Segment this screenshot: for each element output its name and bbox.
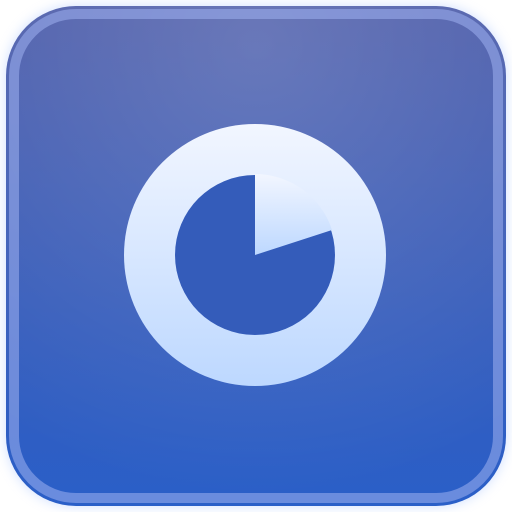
app-icon-tile[interactable] <box>0 0 512 512</box>
pie-timer-icon <box>124 124 386 386</box>
app-icon-canvas <box>0 0 512 512</box>
